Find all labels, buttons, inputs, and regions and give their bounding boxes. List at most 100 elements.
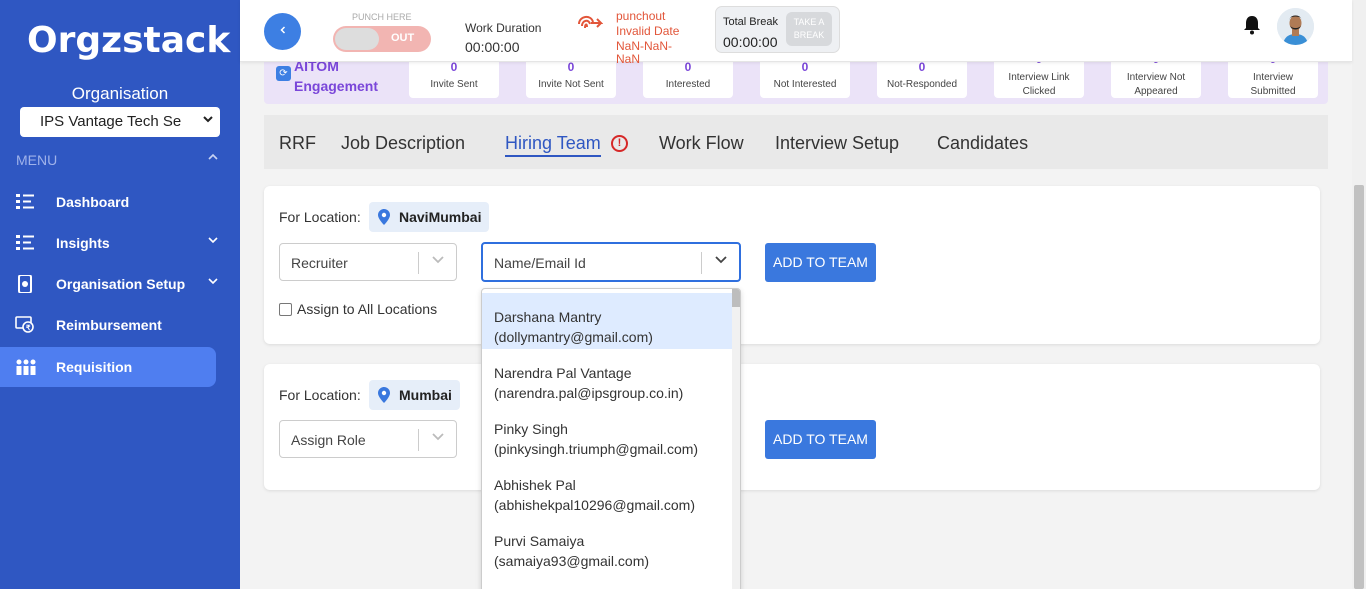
dropdown-option[interactable]: Purvi Samaiya (samaiya93@gmail.com) xyxy=(482,517,733,573)
location-chip: NaviMumbai xyxy=(369,202,490,232)
select-separator xyxy=(418,429,419,451)
page-scrollbar-thumb[interactable] xyxy=(1354,185,1364,589)
assign-all-checkbox[interactable] xyxy=(279,303,292,316)
work-duration-label: Work Duration xyxy=(465,21,542,35)
requisition-tabs: RRF Job Description Hiring Team ! Work F… xyxy=(264,115,1328,169)
dropdown-scrollbar-thumb[interactable] xyxy=(732,289,740,307)
stat-interview-not-appeared[interactable]: 0 Interview NotAppeared xyxy=(1111,52,1201,98)
stat-invite-not-sent[interactable]: 0 Invite Not Sent xyxy=(526,58,616,98)
punchout-line: NaN xyxy=(616,52,641,66)
sidebar-item-label: Organisation Setup xyxy=(56,276,186,292)
back-button[interactable] xyxy=(264,13,301,50)
chevron-down-icon xyxy=(202,113,214,128)
dropdown-option[interactable]: Darshana Mantry (dollymantry@gmail.com) xyxy=(482,293,733,349)
chevron-down-icon xyxy=(207,275,219,290)
location-pin-icon xyxy=(378,387,390,403)
refresh-icon[interactable]: ⟳ xyxy=(276,66,291,81)
team-member-dropdown-menu: Darshana Mantry (dollymantry@gmail.com) … xyxy=(481,288,741,589)
tab-candidates[interactable]: Candidates xyxy=(937,133,1028,154)
organisation-label: Organisation xyxy=(71,84,169,103)
dropdown-option[interactable]: Abhishek Pal (abhishekpal10296@gmail.com… xyxy=(482,461,733,517)
team-member-search-input[interactable]: Name/Email Id xyxy=(481,242,741,282)
location-chip: Mumbai xyxy=(369,380,460,410)
chevron-down-icon xyxy=(430,252,446,272)
punch-state: OUT xyxy=(391,32,415,44)
page-scrollbar[interactable] xyxy=(1352,0,1366,589)
top-header: PUNCH HERE OUT Work Duration 00:00:00 pu… xyxy=(240,0,1352,66)
menu-heading: MENU xyxy=(16,152,58,168)
sidebar-item-requisition[interactable]: Requisition xyxy=(0,347,216,387)
punchout-status: punchout Invalid Date NaN-NaN- NaN xyxy=(616,9,696,66)
stat-interview-link-clicked[interactable]: 0 Interview LinkClicked xyxy=(994,52,1084,98)
select-separator xyxy=(701,252,702,274)
stat-invite-sent[interactable]: 0 Invite Sent xyxy=(409,58,499,98)
stat-value: 0 xyxy=(567,60,575,74)
add-to-team-button[interactable]: ADD TO TEAM xyxy=(765,243,876,282)
engagement-title: AITOM Engagement xyxy=(294,56,378,96)
option-email: (narendra.pal@ipsgroup.co.in) xyxy=(494,385,684,401)
option-name: Purvi Samaiya xyxy=(494,533,585,549)
punch-here-label: PUNCH HERE xyxy=(352,12,412,22)
dropdown-option[interactable]: Narendra Pal Vantage (narendra.pal@ipsgr… xyxy=(482,349,733,405)
stat-value: 0 xyxy=(450,60,458,74)
sidebar-item-insights[interactable]: Insights xyxy=(0,223,219,263)
app-logo: Orgzstack xyxy=(27,20,231,61)
people-icon xyxy=(15,358,36,376)
chevron-down-icon xyxy=(430,429,446,449)
assign-all-locations[interactable]: Assign to All Locations xyxy=(279,301,437,317)
settings-phone-icon xyxy=(15,274,35,294)
list-icon xyxy=(15,193,35,211)
fingerprint-icon xyxy=(575,10,604,36)
role-select[interactable]: Assign Role xyxy=(279,420,457,458)
chevron-down-icon xyxy=(207,234,219,249)
sidebar-item-dashboard[interactable]: Dashboard xyxy=(0,182,216,222)
stat-interested[interactable]: 0 Interested xyxy=(643,58,733,98)
punchout-line: punchout xyxy=(616,9,666,23)
tab-work-flow[interactable]: Work Flow xyxy=(659,133,744,154)
stat-label: Not-Responded xyxy=(886,79,958,90)
chevron-left-icon xyxy=(279,26,285,34)
total-break-value: 00:00:00 xyxy=(723,34,778,50)
organisation-select[interactable]: IPS Vantage Tech Se xyxy=(20,107,220,137)
toggle-knob xyxy=(335,28,379,50)
organisation-select-value: IPS Vantage Tech Se xyxy=(40,113,182,130)
stat-not-responded[interactable]: 0 Not-Responded xyxy=(877,58,967,98)
punchout-line: Invalid Date xyxy=(616,24,680,38)
punch-toggle[interactable]: OUT xyxy=(333,26,431,52)
bell-icon[interactable] xyxy=(1243,15,1261,35)
stat-not-interested[interactable]: 0 Not Interested xyxy=(760,58,850,98)
location-card-navimumbai: For Location: NaviMumbai Recruiter Name/… xyxy=(264,186,1320,344)
stat-value: 0 xyxy=(801,60,809,74)
stat-label: Interview Submitted xyxy=(1250,72,1296,97)
add-to-team-button[interactable]: ADD TO TEAM xyxy=(765,420,876,459)
sidebar-item-organisation-setup[interactable]: Organisation Setup xyxy=(0,264,219,304)
sidebar-item-reimbursement[interactable]: ₹ Reimbursement xyxy=(0,305,216,345)
tab-interview-setup[interactable]: Interview Setup xyxy=(775,133,899,154)
tab-hiring-team[interactable]: Hiring Team xyxy=(505,133,601,157)
option-email: (pinkysingh.triumph@gmail.com) xyxy=(494,441,699,457)
stat-interview-submitted[interactable]: 0 InterviewSubmitted xyxy=(1228,52,1318,98)
warning-icon: ! xyxy=(611,135,628,152)
for-location-label: For Location: xyxy=(279,209,361,225)
take-break-line: TAKE A xyxy=(793,17,825,27)
option-name: Narendra Pal Vantage xyxy=(494,365,632,381)
role-select-value: Recruiter xyxy=(291,255,348,271)
total-break-box: Total Break 00:00:00 TAKE A BREAK xyxy=(715,6,840,53)
location-pin-icon xyxy=(378,209,390,225)
reimbursement-icon: ₹ xyxy=(15,316,35,334)
role-select[interactable]: Recruiter xyxy=(279,243,457,281)
dropdown-option[interactable]: Pinky Singh (pinkysingh.triumph@gmail.co… xyxy=(482,405,733,461)
location-card-mumbai: For Location: Mumbai Assign Role ADD TO … xyxy=(264,364,1320,490)
stat-label: Not Interested xyxy=(773,79,837,90)
chevron-up-icon[interactable] xyxy=(207,150,219,166)
tab-job-description[interactable]: Job Description xyxy=(341,133,465,154)
option-email: (samaiya93@gmail.com) xyxy=(494,553,650,569)
chevron-down-icon xyxy=(713,252,729,272)
total-break-label: Total Break xyxy=(723,16,779,28)
avatar[interactable] xyxy=(1277,8,1314,45)
option-name: Darshana Mantry xyxy=(494,309,602,325)
take-break-button[interactable]: TAKE A BREAK xyxy=(786,12,832,46)
assign-all-label: Assign to All Locations xyxy=(297,301,438,317)
dropdown-scrollbar[interactable] xyxy=(732,289,740,589)
tab-rrf[interactable]: RRF xyxy=(279,133,316,154)
